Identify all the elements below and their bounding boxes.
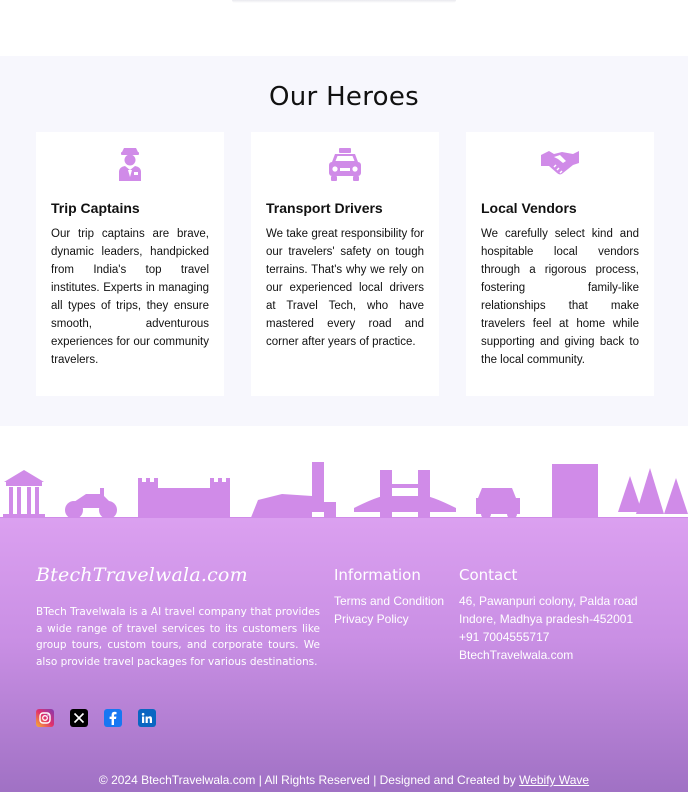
card-title: Transport Drivers — [266, 200, 383, 216]
heroes-section: Our Heroes Trip Captains Our trip captai… — [0, 56, 688, 426]
address-line-1: 46, Pawanpuri colony, Palda road — [459, 594, 638, 608]
linkedin-icon[interactable] — [138, 709, 156, 727]
card-title: Trip Captains — [51, 200, 140, 216]
terms-link[interactable]: Terms and Condition — [334, 592, 444, 610]
monument-icon — [250, 462, 336, 520]
card-text: Our trip captains are brave, dynamic lea… — [51, 228, 209, 366]
captain-icon — [36, 146, 224, 186]
contact-details: 46, Pawanpuri colony, Palda road Indore,… — [459, 592, 638, 664]
website-link[interactable]: BtechTravelwala.com — [459, 646, 638, 664]
x-icon[interactable] — [70, 709, 88, 727]
jeep-icon — [476, 488, 520, 519]
privacy-link[interactable]: Privacy Policy — [334, 610, 444, 628]
information-heading: Information — [334, 566, 421, 584]
previous-section-edge — [232, 0, 456, 3]
temple-icon — [3, 470, 45, 520]
top-strip — [0, 0, 688, 56]
facebook-icon[interactable] — [104, 709, 122, 727]
motorcycle-icon — [65, 488, 117, 519]
contact-heading: Contact — [459, 566, 518, 584]
hero-card-transport-drivers: Transport Drivers We take great responsi… — [251, 132, 439, 396]
city-skyline-illustration — [0, 462, 688, 520]
card-text: We carefully select kind and hospitable … — [481, 228, 639, 366]
taxi-icon — [251, 146, 439, 186]
section-title: Our Heroes — [268, 82, 419, 112]
castle-tower-icon — [552, 464, 598, 520]
handshake-icon — [466, 146, 654, 186]
tower-bridge-icon — [354, 470, 456, 518]
fort-icon — [138, 478, 230, 520]
hero-card-local-vendors: Local Vendors We carefully select kind a… — [466, 132, 654, 396]
address-line-2: Indore, Madhya pradesh-452001 — [459, 612, 634, 626]
information-links: Terms and Condition Privacy Policy — [334, 592, 444, 628]
pine-trees-icon — [618, 468, 688, 514]
instagram-icon[interactable] — [36, 709, 54, 727]
brand-logo[interactable]: BtechTravelwala.com — [36, 564, 248, 586]
copyright-prefix: © 2024 BtechTravelwala.com | All Rights … — [98, 773, 520, 787]
designer-link[interactable]: Webify Wave — [519, 773, 589, 787]
site-footer: BtechTravelwala.com BTech Travelwala is … — [0, 518, 688, 792]
copyright-text: © 2024 BtechTravelwala.com | All Rights … — [0, 773, 688, 787]
card-title: Local Vendors — [481, 200, 577, 216]
about-text: BTech Travelwala is a AI travel company … — [36, 606, 320, 668]
card-text: We take great responsibility for our tra… — [266, 228, 424, 348]
hero-card-trip-captains: Trip Captains Our trip captains are brav… — [36, 132, 224, 396]
phone-number[interactable]: +91 7004555717 — [459, 628, 638, 646]
